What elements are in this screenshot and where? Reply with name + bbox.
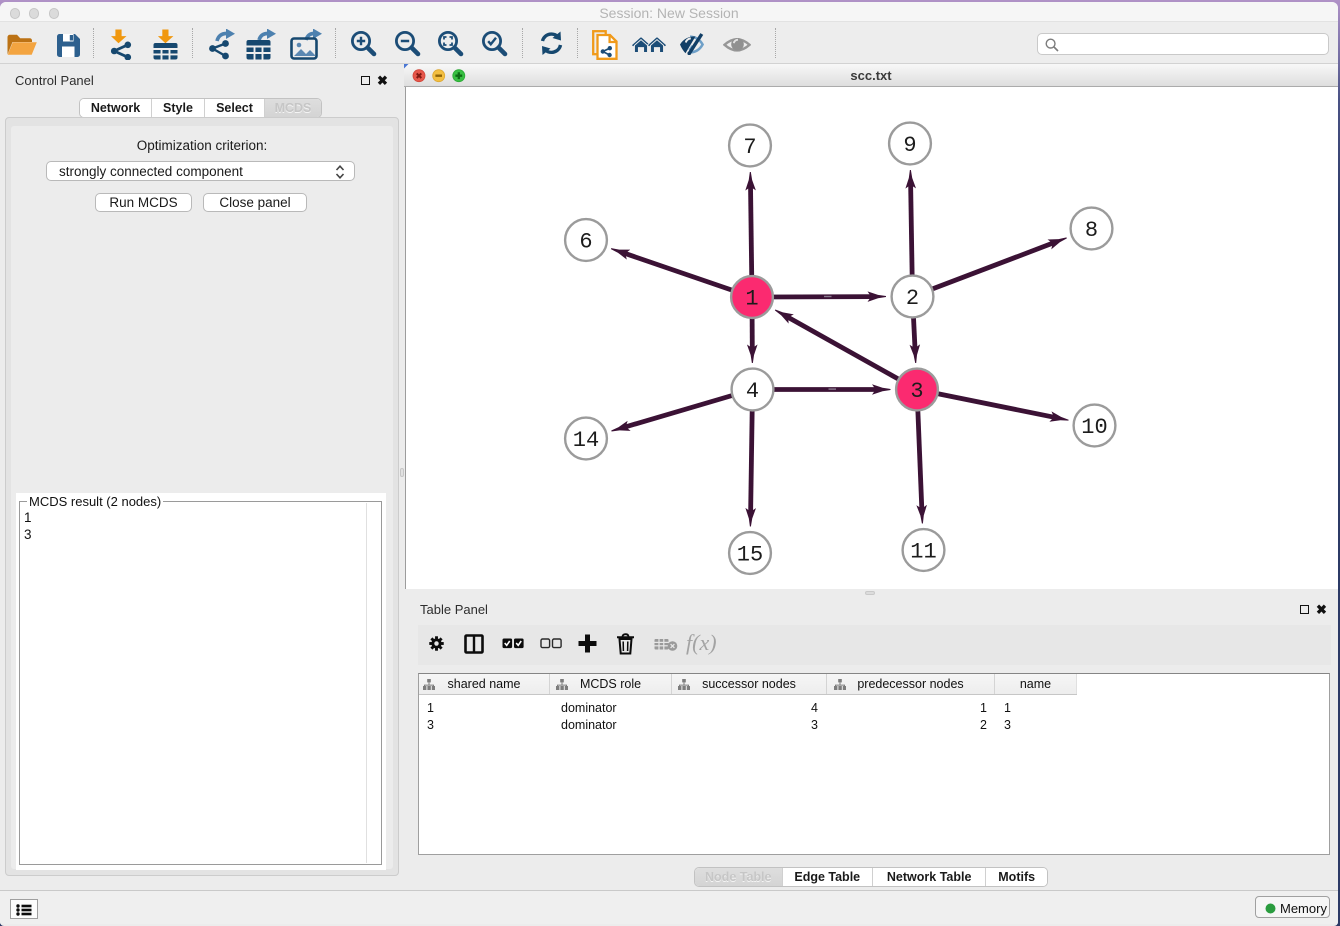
svg-text:14: 14	[572, 428, 598, 453]
svg-text:1: 1	[745, 287, 758, 312]
svg-text:4: 4	[745, 379, 758, 404]
svg-text:11: 11	[910, 540, 936, 565]
svg-text:2: 2	[905, 286, 918, 311]
svg-text:8: 8	[1084, 218, 1097, 243]
svg-text:6: 6	[579, 230, 592, 255]
svg-text:10: 10	[1081, 415, 1107, 440]
svg-text:9: 9	[903, 133, 916, 158]
svg-text:15: 15	[736, 543, 762, 568]
svg-text:3: 3	[910, 379, 923, 404]
svg-text:7: 7	[743, 135, 756, 160]
